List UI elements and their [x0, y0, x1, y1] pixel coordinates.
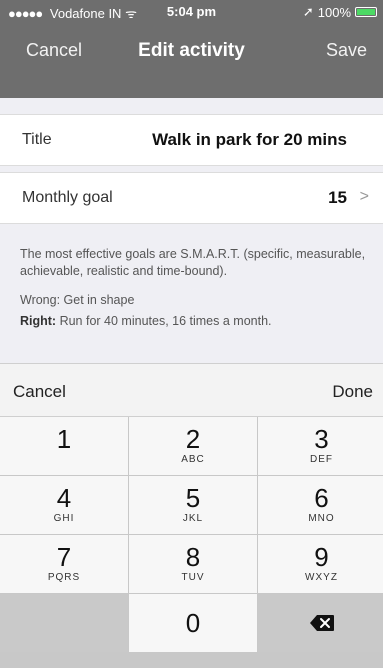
title-label: Title	[22, 131, 52, 148]
right-example-label: Right:	[20, 314, 57, 328]
delete-key[interactable]	[258, 594, 383, 652]
key-digit: 0	[185, 608, 201, 638]
key-digit: 8	[185, 542, 201, 572]
location-icon: ➚	[302, 4, 314, 19]
key-digit: 1	[56, 424, 72, 454]
top-bar: ●●●●● Vodafone IN ᯤ 5:04 pm ➚ 100% Cance…	[0, 0, 383, 98]
nav-bar: Cancel Edit activity Save	[0, 30, 383, 74]
right-example-text: Run for 40 minutes, 16 times a month.	[56, 314, 272, 328]
title-field[interactable]: Walk in park for 20 mins	[152, 130, 347, 150]
battery-icon	[355, 7, 377, 17]
right-example: Right: Run for 40 minutes, 16 times a mo…	[20, 313, 370, 330]
battery-percent: 100%	[317, 4, 351, 20]
chevron-right-icon: >	[359, 188, 369, 205]
monthly-goal-value: 15	[328, 188, 347, 207]
key-digit: 3	[314, 424, 329, 454]
key-letters: DEF	[310, 454, 333, 465]
key-digit: 2	[185, 424, 201, 454]
key-6[interactable]: 6 MNO	[258, 476, 383, 534]
key-digit: 7	[56, 542, 72, 572]
keypad-cancel-button[interactable]: Cancel	[13, 382, 66, 402]
key-blank	[0, 594, 128, 652]
status-bar: ●●●●● Vodafone IN ᯤ 5:04 pm ➚ 100%	[0, 0, 383, 22]
key-letters: WXYZ	[305, 572, 338, 583]
keypad-grid: 1 2 ABC 3 DEF 4 GHI 5 JKL 6 MNO 7 PQRS 8 TUV 9W…	[0, 417, 383, 668]
key-digit: 9	[314, 542, 329, 572]
key-letters: GHI	[53, 513, 75, 524]
key-4[interactable]: 4 GHI	[0, 476, 128, 534]
keypad-toolbar: Cancel Done	[0, 364, 383, 417]
title-row[interactable]: Title Walk in park for 20 mins	[0, 114, 383, 166]
key-0[interactable]: 0	[129, 594, 257, 652]
keypad-done-button[interactable]: Done	[332, 382, 373, 402]
key-letters: ABC	[181, 454, 205, 465]
key-letters: TUV	[181, 572, 205, 583]
key-9[interactable]: 9 WXYZ	[258, 535, 383, 593]
key-letters: JKL	[182, 513, 204, 524]
key-7[interactable]: 7 PQRS	[0, 535, 128, 593]
save-button[interactable]: Save	[326, 40, 367, 61]
key-2[interactable]: 2 ABC	[129, 417, 257, 475]
smart-explanation: The most effective goals are S.M.A.R.T. …	[20, 247, 366, 278]
key-letters: PQRS	[47, 572, 81, 583]
key-5[interactable]: 5 JKL	[129, 476, 257, 534]
goal-help-text: The most effective goals are S.M.A.R.T. …	[20, 246, 370, 342]
key-3[interactable]: 3 DEF	[258, 417, 383, 475]
key-8[interactable]: 8 TUV	[129, 535, 257, 593]
monthly-goal-row[interactable]: Monthly goal 15 >	[0, 172, 383, 224]
key-1[interactable]: 1	[0, 417, 128, 475]
backspace-icon	[309, 615, 334, 631]
monthly-goal-label: Monthly goal	[22, 189, 113, 206]
wrong-example: Wrong: Get in shape	[20, 293, 135, 307]
status-right: ➚ 100%	[303, 4, 377, 20]
key-digit: 6	[314, 483, 329, 513]
cancel-button[interactable]: Cancel	[26, 40, 82, 61]
number-keypad: Cancel Done 1 2 ABC 3 DEF 4 GHI 5 JKL 6 MNO 7…	[0, 363, 383, 668]
key-digit: 4	[56, 483, 72, 513]
key-digit: 5	[185, 483, 201, 513]
key-letters: MNO	[308, 513, 335, 524]
